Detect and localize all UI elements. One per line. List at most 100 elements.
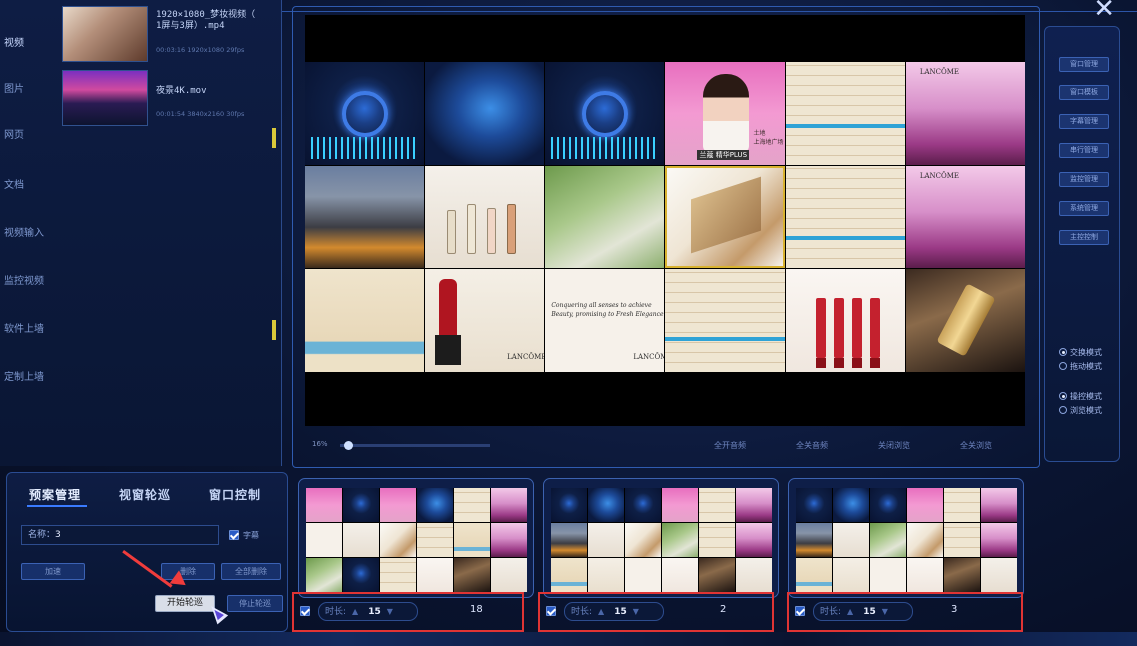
mode-exchange-radio[interactable]: 交换模式 bbox=[1059, 347, 1102, 358]
window-floor-plan[interactable] bbox=[305, 269, 425, 372]
window-floor-plan[interactable] bbox=[785, 62, 905, 165]
nav-video-input[interactable]: 视频输入 bbox=[4, 224, 54, 239]
window-dashboard[interactable] bbox=[305, 62, 425, 165]
window-dashboard[interactable] bbox=[545, 62, 665, 165]
lipstick-case bbox=[435, 335, 462, 366]
plan-enable-checkbox[interactable] bbox=[795, 606, 805, 616]
plan-card[interactable] bbox=[788, 478, 1024, 598]
window-floor-plan[interactable] bbox=[665, 269, 785, 372]
tab-plan-management[interactable]: 预案管理 bbox=[29, 486, 81, 503]
dashboard-ring-icon bbox=[581, 90, 628, 137]
media-thumbnail bbox=[62, 70, 148, 126]
stepper-up-icon[interactable]: ▲ bbox=[352, 607, 358, 616]
video-wall-grid[interactable]: 兰蔻 精华PLUS 土地 上海地广场 LANCÔME LANCÔME LANCÔ… bbox=[305, 62, 1025, 373]
panel-edge-marker bbox=[272, 128, 276, 148]
nav-surveillance[interactable]: 监控视频 bbox=[4, 272, 54, 287]
zoom-slider-track[interactable] bbox=[340, 444, 490, 447]
all-audio-on-button[interactable]: 全开音频 bbox=[700, 437, 760, 455]
subtitle-management-button[interactable]: 字幕管理 bbox=[1059, 114, 1109, 129]
mode-browse-radio[interactable]: 浏览模式 bbox=[1059, 405, 1102, 416]
window-template-button[interactable]: 窗口模板 bbox=[1059, 85, 1109, 100]
plan-control-row: 时长: ▲ 15 ▼ 18 bbox=[292, 592, 524, 632]
duration-value: 15 bbox=[863, 607, 876, 617]
nav-webpage[interactable]: 网页 bbox=[4, 126, 54, 141]
window-map[interactable] bbox=[425, 62, 545, 165]
radio-icon bbox=[1059, 362, 1067, 370]
window-red-lipsticks[interactable] bbox=[785, 269, 905, 372]
plan-name-field[interactable]: 名称：3 bbox=[21, 525, 219, 545]
tab-window-control[interactable]: 窗口控制 bbox=[209, 486, 261, 503]
stepper-down-icon[interactable]: ▼ bbox=[882, 607, 888, 616]
serial-management-button[interactable]: 串行管理 bbox=[1059, 143, 1109, 158]
delete-all-button[interactable]: 全部删除 bbox=[221, 563, 281, 580]
media-item[interactable]: 夜景4K.mov 00:01:54 3840x2160 30fps bbox=[60, 70, 275, 132]
nav-image[interactable]: 图片 bbox=[4, 80, 54, 95]
mode-drag-radio[interactable]: 拖动模式 bbox=[1059, 361, 1102, 372]
radio-label: 交换模式 bbox=[1070, 348, 1102, 357]
window-gold-bottle[interactable] bbox=[905, 269, 1025, 372]
close-icon[interactable]: ✕ bbox=[1093, 0, 1115, 24]
duration-value: 15 bbox=[614, 607, 627, 617]
bottle-shape bbox=[467, 204, 477, 255]
window-lancome-ad[interactable]: LANCÔME bbox=[905, 62, 1025, 165]
gold-bottle bbox=[936, 283, 996, 357]
stepper-down-icon[interactable]: ▼ bbox=[633, 607, 639, 616]
all-browse-off-button[interactable]: 全关浏览 bbox=[946, 437, 1006, 455]
stepper-up-icon[interactable]: ▲ bbox=[598, 607, 604, 616]
duration-stepper[interactable]: 时长: ▲ 15 ▼ bbox=[318, 602, 418, 621]
media-item[interactable]: 1920×1080_梦妆视频（ 1屏与3屏）.mp4 00:03:16 1920… bbox=[60, 6, 275, 68]
window-city-night[interactable] bbox=[305, 165, 425, 269]
master-control-button[interactable]: 主控控制 bbox=[1059, 230, 1109, 245]
bottle-shape bbox=[487, 208, 497, 255]
monitor-management-button[interactable]: 监控管理 bbox=[1059, 172, 1109, 187]
window-text-quote[interactable]: Conquering all senses to achieve Beauty,… bbox=[545, 269, 665, 372]
stepper-down-icon[interactable]: ▼ bbox=[387, 607, 393, 616]
quote-text: Conquering all senses to achieve Beauty,… bbox=[551, 302, 664, 319]
media-thumbnail bbox=[62, 6, 148, 62]
plan-enable-checkbox[interactable] bbox=[300, 606, 310, 616]
radio-label: 浏览模式 bbox=[1070, 406, 1102, 415]
duration-value: 15 bbox=[368, 607, 381, 617]
nav-video[interactable]: 视频 bbox=[4, 34, 54, 49]
app-window: 视频 图片 网页 文档 视频输入 监控视频 软件上墙 定制上墙 1920×108… bbox=[0, 0, 1137, 646]
system-management-button[interactable]: 系统管理 bbox=[1059, 201, 1109, 216]
window-portrait[interactable] bbox=[545, 165, 665, 269]
dashboard-bars bbox=[551, 136, 659, 159]
zoom-slider-handle[interactable] bbox=[344, 441, 353, 450]
close-browse-button[interactable]: 关闭浏览 bbox=[864, 437, 924, 455]
window-lipstick[interactable]: LANCÔME bbox=[425, 269, 545, 372]
window-management-button[interactable]: 窗口管理 bbox=[1059, 57, 1109, 72]
lipstick-shape bbox=[439, 279, 458, 336]
nav-document[interactable]: 文档 bbox=[4, 176, 54, 191]
stop-tour-button[interactable]: 停止轮巡 bbox=[227, 595, 283, 612]
window-floor-plan[interactable] bbox=[785, 165, 905, 269]
duration-stepper[interactable]: 时长: ▲ 15 ▼ bbox=[813, 602, 913, 621]
plan-control-inner: 时长: ▲ 15 ▼ 3 bbox=[795, 602, 1019, 622]
media-type-nav: 视频 图片 网页 文档 视频输入 监控视频 软件上墙 定制上墙 bbox=[0, 0, 52, 466]
bottom-decoration bbox=[0, 632, 1137, 646]
window-lancome-ad[interactable]: LANCÔME bbox=[905, 165, 1025, 269]
house-model bbox=[691, 176, 762, 254]
plan-card[interactable] bbox=[543, 478, 779, 598]
tab-window-tour[interactable]: 视窗轮巡 bbox=[119, 486, 171, 503]
plan-card[interactable] bbox=[298, 478, 534, 598]
plan-control-inner: 时长: ▲ 15 ▼ 2 bbox=[546, 602, 770, 622]
plan-control-row: 时长: ▲ 15 ▼ 2 bbox=[538, 592, 774, 632]
name-field-label: 名称： bbox=[28, 530, 56, 540]
nav-software-wall[interactable]: 软件上墙 bbox=[4, 320, 54, 335]
plan-river bbox=[665, 337, 785, 342]
update-plan-button[interactable]: 加速 bbox=[21, 563, 85, 580]
window-serum-bottles[interactable] bbox=[425, 165, 545, 269]
subtitle-checkbox[interactable] bbox=[229, 530, 239, 540]
mode-operate-radio[interactable]: 操控模式 bbox=[1059, 391, 1102, 402]
lipstick-shape bbox=[833, 297, 844, 368]
plan-control-panel: 预案管理 视窗轮巡 窗口控制 名称：3 字幕 加速 删除 全部删除 开始轮巡 停… bbox=[6, 472, 288, 632]
panel-edge-marker bbox=[272, 320, 276, 340]
plan-enable-checkbox[interactable] bbox=[546, 606, 556, 616]
all-audio-off-button[interactable]: 全关音频 bbox=[782, 437, 842, 455]
duration-stepper[interactable]: 时长: ▲ 15 ▼ bbox=[564, 602, 664, 621]
window-presenter[interactable]: 兰蔻 精华PLUS 土地 上海地广场 bbox=[665, 62, 785, 165]
window-3d-house[interactable] bbox=[665, 165, 785, 269]
nav-custom-wall[interactable]: 定制上墙 bbox=[4, 368, 54, 383]
stepper-up-icon[interactable]: ▲ bbox=[847, 607, 853, 616]
